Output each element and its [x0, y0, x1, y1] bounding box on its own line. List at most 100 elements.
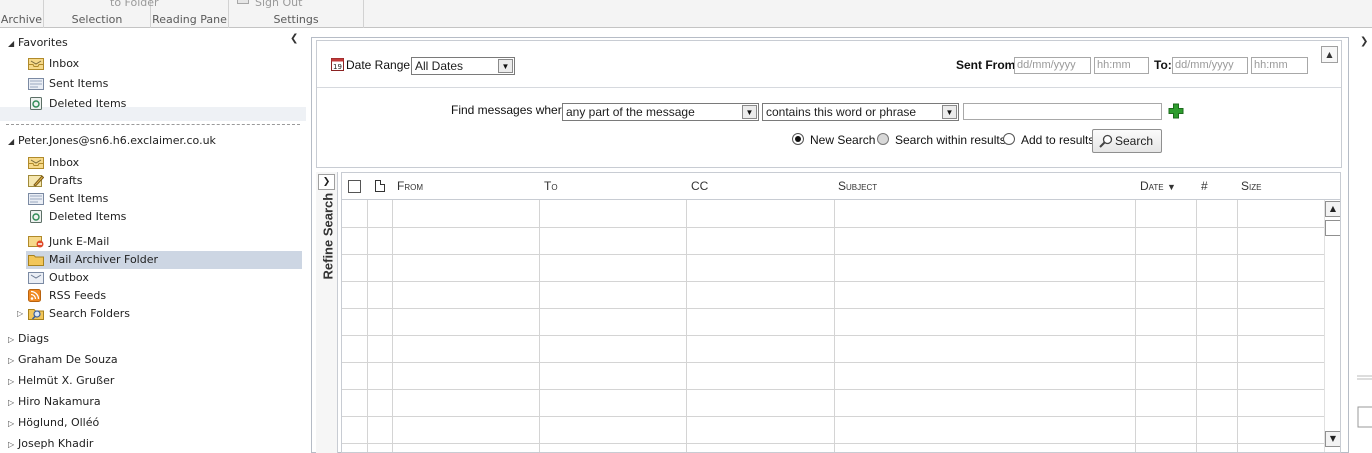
scroll-thumb[interactable]	[1325, 220, 1340, 236]
search-condition-select[interactable]: contains this word or phrase ▼	[762, 103, 959, 121]
mailbox-label: Diags	[18, 332, 49, 345]
chevron-right-icon[interactable]: ❯	[1360, 36, 1368, 47]
search-field-value: any part of the message	[566, 105, 695, 119]
junk-email-icon	[28, 236, 44, 248]
refine-search-label[interactable]: Refine Search	[321, 193, 336, 280]
folder-item-drafts[interactable]: Drafts	[26, 172, 302, 190]
empty-row-line	[342, 308, 1324, 309]
folder-label: Search Folders	[49, 307, 131, 320]
mailbox-graham-de-souza[interactable]: ▷ Graham De Souza	[8, 351, 118, 369]
to-date-input[interactable]: dd/mm/yyyy	[1172, 57, 1248, 74]
mailbox-diags[interactable]: ▷ Diags	[8, 330, 49, 348]
favorites-label: Favorites	[18, 36, 68, 49]
attachment-column-icon	[375, 180, 385, 192]
mailbox-helmut-grusser[interactable]: ▷ Helmüt X. Grußer	[8, 372, 114, 390]
grid-scrollbar[interactable]: ▲ ▼	[1324, 200, 1340, 452]
sent-items-icon	[28, 193, 44, 205]
results-grid: From To CC Subject Date ▼ # Size ▲ ▼	[341, 172, 1341, 453]
ribbon-group-label: Archive	[0, 13, 43, 26]
folder-item-deleted-items[interactable]: Deleted Items	[26, 208, 302, 226]
folder-item-search-folders[interactable]: ▷ Search Folders	[17, 305, 302, 323]
sent-from-label: Sent From:	[956, 58, 1020, 72]
column-divider	[834, 200, 835, 452]
column-header-subject[interactable]: Subject	[838, 173, 877, 200]
column-header-from[interactable]: From	[397, 173, 423, 200]
chevron-right-icon: ❯	[322, 177, 331, 187]
folder-label: Inbox	[49, 156, 80, 169]
to-time-input[interactable]: hh:mm	[1251, 57, 1308, 74]
mailbox-joseph-khadir[interactable]: ▷ Joseph Khadir	[8, 435, 93, 453]
drafts-icon	[28, 175, 44, 187]
column-header-to[interactable]: To	[544, 173, 558, 200]
ribbon-group-label: Reading Pane	[152, 13, 227, 26]
search-within-results-radio[interactable]	[877, 133, 889, 145]
column-divider	[686, 200, 687, 452]
folder-label: Sent Items	[49, 192, 109, 205]
folder-item-sent-items[interactable]: Sent Items	[26, 190, 302, 208]
collapsed-triangle-icon: ▷	[8, 356, 15, 365]
collapsed-triangle-icon: ▷	[8, 419, 15, 428]
inbox-icon	[28, 157, 44, 169]
search-panel: 19 Date Range: All Dates ▼ Sent From: dd…	[316, 40, 1342, 168]
rss-icon	[28, 289, 41, 302]
collapsed-triangle-icon[interactable]: ▷	[17, 305, 23, 323]
collapse-nav-icon[interactable]: ❮	[290, 33, 298, 44]
column-divider	[392, 200, 393, 452]
date-range-row: 19 Date Range: All Dates ▼ Sent From: dd…	[317, 41, 1341, 88]
empty-row-line	[342, 416, 1324, 417]
mailbox-label: Graham De Souza	[18, 353, 118, 366]
search-term-input[interactable]	[963, 103, 1162, 120]
grid-header: From To CC Subject Date ▼ # Size	[342, 173, 1340, 200]
empty-row-line	[342, 254, 1324, 255]
mailbox-hoglund-olleo[interactable]: ▷ Höglund, Olléó	[8, 414, 99, 432]
mailbox-label: Helmüt X. Grußer	[18, 374, 115, 387]
select-all-checkbox[interactable]	[348, 180, 361, 193]
folder-item-outbox[interactable]: Outbox	[26, 269, 302, 287]
deleted-items-icon	[30, 210, 42, 223]
scroll-up-button[interactable]: ▲	[1325, 201, 1340, 217]
ribbon: Archive to Folder Selection Reading Pane…	[0, 0, 1372, 28]
date-range-label: Date Range:	[346, 58, 414, 72]
sent-from-date-input[interactable]: dd/mm/yyyy	[1014, 57, 1091, 74]
empty-row-line	[342, 443, 1324, 444]
sent-from-time-input[interactable]: hh:mm	[1094, 57, 1149, 74]
folder-item-rss-feeds[interactable]: RSS Feeds	[26, 287, 302, 305]
column-header-size[interactable]: Size	[1241, 173, 1261, 200]
mailbox-header[interactable]: ◢ Peter.Jones@sn6.h6.exclaimer.co.uk	[8, 132, 216, 150]
ribbon-group-label: Selection	[71, 13, 123, 26]
add-to-results-radio[interactable]	[1003, 133, 1015, 145]
new-search-radio[interactable]	[792, 133, 804, 145]
expand-refine-button[interactable]: ❯	[318, 174, 335, 190]
ribbon-group-reading-pane: Reading Pane	[151, 0, 229, 28]
folder-item-inbox[interactable]: Inbox	[26, 154, 302, 172]
expanded-triangle-icon: ◢	[8, 39, 15, 48]
column-header-cc[interactable]: CC	[691, 173, 708, 200]
folder-label: Sent Items	[49, 77, 109, 90]
folder-label: Junk E-Mail	[49, 235, 110, 248]
favorites-header[interactable]: ◢ Favorites	[8, 34, 68, 52]
search-button[interactable]: Search	[1092, 129, 1162, 153]
scroll-down-button[interactable]: ▼	[1325, 431, 1340, 447]
sent-items-icon	[28, 78, 44, 90]
collapse-search-button[interactable]: ▲	[1321, 46, 1338, 63]
mailbox-hiro-nakamura[interactable]: ▷ Hiro Nakamura	[8, 393, 101, 411]
favorite-item-sent-items[interactable]: Sent Items	[26, 75, 302, 93]
column-divider	[539, 200, 540, 452]
search-within-results-label: Search within results	[895, 133, 1006, 147]
ribbon-group-label: Settings	[273, 13, 319, 26]
folder-item-junk-email[interactable]: Junk E-Mail	[26, 233, 302, 251]
folder-item-mail-archiver-folder[interactable]: Mail Archiver Folder	[26, 251, 302, 269]
column-header-date[interactable]: Date ▼	[1140, 173, 1176, 200]
sign-out-button[interactable]: Sign Out	[255, 0, 302, 9]
search-condition-value: contains this word or phrase	[766, 105, 917, 119]
column-header-count[interactable]: #	[1201, 173, 1208, 200]
add-criteria-icon[interactable]	[1168, 103, 1184, 119]
search-field-select[interactable]: any part of the message ▼	[562, 103, 759, 121]
favorite-item-inbox[interactable]: Inbox	[26, 55, 302, 73]
favorite-item-deleted-items[interactable]: Deleted Items	[26, 95, 302, 113]
folder-label: Mail Archiver Folder	[49, 253, 159, 266]
date-range-select[interactable]: All Dates ▼	[411, 57, 515, 75]
sign-out-icon	[237, 0, 249, 4]
navigation-pane: ❮ ◢ Favorites Inbox Sent Items Deleted It…	[0, 29, 306, 453]
search-folder-icon	[28, 309, 44, 320]
